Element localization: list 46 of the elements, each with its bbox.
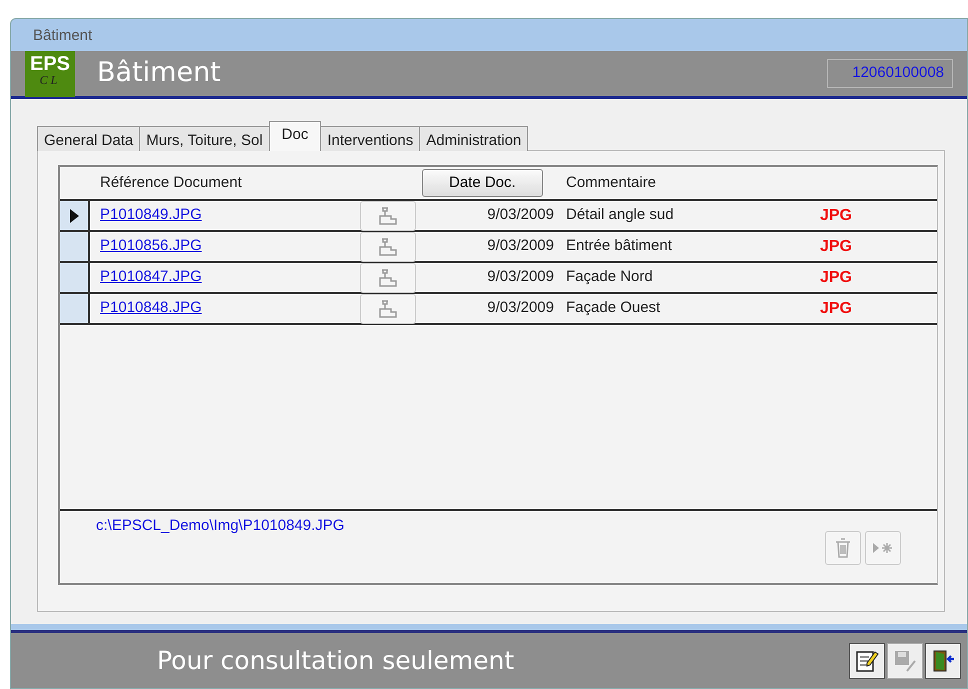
table-cell-text: Façade Ouest xyxy=(566,298,662,318)
row-indicator[interactable] xyxy=(60,294,90,323)
column-header: Référence Document xyxy=(99,172,243,193)
row-indicator[interactable] xyxy=(60,263,90,292)
column-header: Commentaire xyxy=(566,172,658,193)
table-cell-text: 9/03/2009 xyxy=(486,205,555,226)
row-indicator[interactable] xyxy=(60,201,90,230)
record-id-field: 12060100008 xyxy=(827,59,953,88)
file-type: JPG xyxy=(818,236,853,256)
edit-icon xyxy=(855,648,879,672)
trash-icon xyxy=(835,538,851,558)
table-cell-text: 9/03/2009 xyxy=(486,298,555,318)
save-icon xyxy=(893,648,917,672)
view-button[interactable] xyxy=(360,262,416,292)
table-cell-text: Détail angle sud xyxy=(566,205,675,226)
exit-door-icon xyxy=(931,648,955,672)
row-indicator[interactable] xyxy=(60,232,90,261)
view-button[interactable] xyxy=(360,232,416,262)
status-message: Pour consultation seulement xyxy=(157,644,514,677)
tab[interactable]: Administration xyxy=(419,126,528,151)
document-link[interactable]: P1010856.JPG xyxy=(100,237,202,254)
tab[interactable]: Doc xyxy=(268,121,322,151)
tab[interactable]: Interventions xyxy=(320,126,420,151)
tab[interactable]: Murs, Toiture, Sol xyxy=(139,126,270,151)
file-type: JPG xyxy=(818,268,853,288)
table-cell-text: 9/03/2009 xyxy=(486,267,555,288)
new-record-icon xyxy=(872,541,894,555)
view-button[interactable] xyxy=(360,294,416,324)
table-cell-text: 9/03/2009 xyxy=(486,236,555,256)
view-button[interactable] xyxy=(360,200,416,230)
table-cell-text: Façade Nord xyxy=(566,267,654,288)
document-link[interactable]: P1010847.JPG xyxy=(100,268,202,286)
form-title: Bâtiment xyxy=(97,56,221,90)
document-link[interactable]: P1010849.JPG xyxy=(100,206,202,224)
window-title: Bâtiment xyxy=(33,27,92,44)
exit-button[interactable] xyxy=(925,642,961,678)
logo: EPS CL xyxy=(25,50,75,96)
table-cell-text: Entrée bâtiment xyxy=(566,236,673,256)
tab[interactable]: General Data xyxy=(37,126,140,151)
file-type: JPG xyxy=(818,298,853,318)
current-row-icon xyxy=(70,208,78,222)
file-type: JPG xyxy=(818,206,853,226)
file-path: c:\EPSCL_Demo\Img\P1010849.JPG xyxy=(96,516,344,536)
column-sort-button[interactable]: Date Doc. xyxy=(422,168,543,198)
edit-button[interactable] xyxy=(849,642,885,678)
document-link[interactable]: P1010848.JPG xyxy=(100,299,202,316)
